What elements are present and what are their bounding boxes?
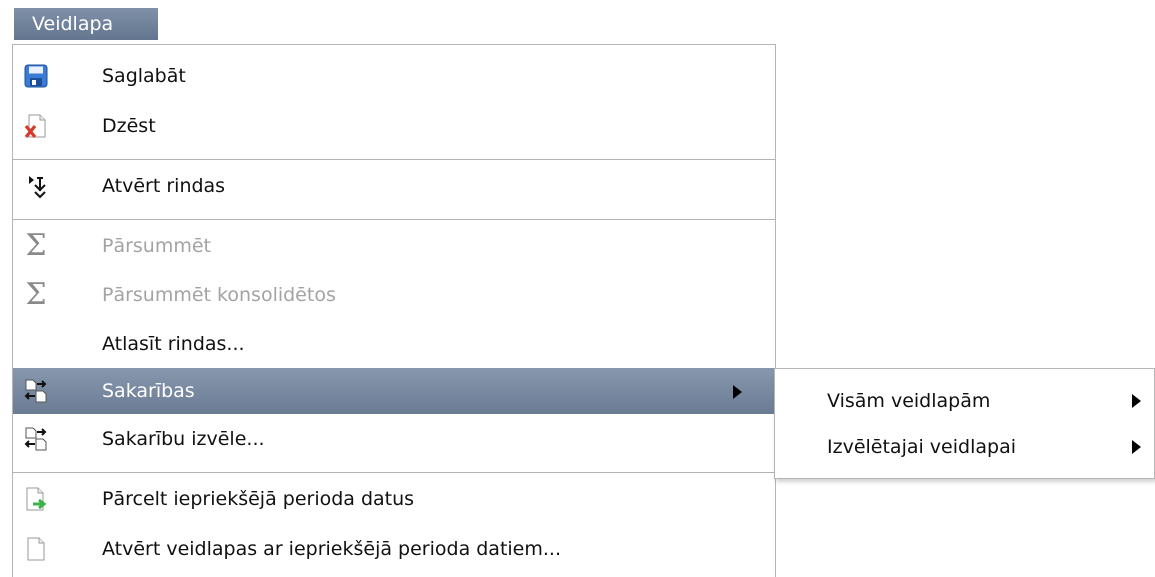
menu-item-label: Saglabāt [102,65,186,87]
menu-item-relations[interactable]: Sakarības [13,368,775,414]
menu-item-open-with-previous[interactable]: Atvērt veidlapas ar iepriekšējā perioda … [13,526,775,572]
menubar-tab-veidlapa[interactable]: Veidlapa [14,8,158,40]
menu-item-label: Atvērt veidlapas ar iepriekšējā perioda … [102,538,561,560]
menu-item-resum-consolidated[interactable]: Σ Pārsummēt konsolidētos [13,272,775,318]
document-icon [22,535,50,563]
relations-icon [22,377,50,405]
menu-item-label: Pārsummēt konsolidētos [102,284,336,306]
menu-item-select-rows[interactable]: Atlasīt rindas... [13,321,775,367]
submenu-arrow-icon [1132,440,1141,454]
menu-item-label: Sakarības [102,380,195,402]
submenu-item-selected-form[interactable]: Izvēlētajai veidlapai [775,424,1154,470]
sigma-icon: Σ [25,228,47,263]
menu-item-relations-choice[interactable]: Sakarību izvēle... [13,416,775,462]
menu-item-label: Atvērt rindas [102,175,226,197]
menu-item-transfer-data[interactable]: Pārcelt iepriekšējā perioda datus [13,476,775,522]
menu-item-label: Atlasīt rindas... [102,333,245,355]
menu-separator [13,159,775,160]
menu-item-delete[interactable]: Dzēst [13,103,775,149]
submenu-item-all-forms[interactable]: Visām veidlapām [775,378,1154,424]
delete-document-icon [22,112,50,140]
menu-item-label: Dzēst [102,115,156,137]
transfer-document-icon [22,485,50,513]
menu-item-label: Pārsummēt [102,235,212,257]
menu-item-save[interactable]: Saglabāt [13,53,775,99]
menu-separator [13,472,775,473]
menu-item-open-rows[interactable]: Atvērt rindas [13,163,775,209]
expand-rows-icon [22,172,50,200]
menu-item-resum[interactable]: Σ Pārsummēt [13,223,775,269]
sigma-icon: Σ [25,277,47,312]
submenu-arrow-icon [1132,394,1141,408]
relations-submenu: Visām veidlapām Izvēlētajai veidlapai [774,368,1155,479]
menubar-tab-label: Veidlapa [32,13,114,35]
dropdown-menu: Saglabāt Dzēst Atvērt rindas Σ Pārsummēt [12,44,776,577]
menu-item-label: Sakarību izvēle... [102,428,265,450]
submenu-item-label: Izvēlētajai veidlapai [827,436,1016,458]
menu-separator [13,219,775,220]
relations-icon [22,425,50,453]
submenu-arrow-icon [733,385,742,399]
menu-item-label: Pārcelt iepriekšējā perioda datus [102,488,415,510]
save-icon [22,62,50,90]
submenu-item-label: Visām veidlapām [827,390,991,412]
